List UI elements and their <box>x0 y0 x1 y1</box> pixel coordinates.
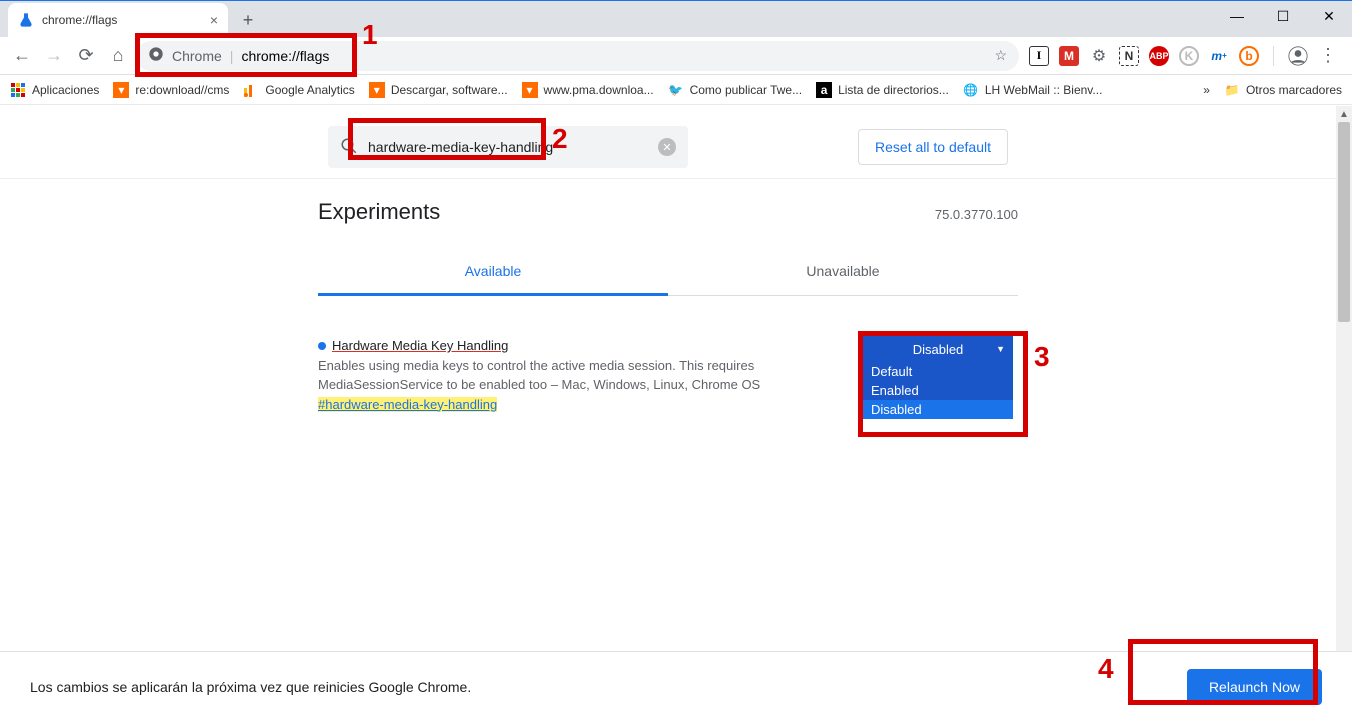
folder-icon: 📁 <box>1224 82 1240 98</box>
bookmark-favicon <box>243 82 259 98</box>
chrome-icon <box>148 46 164 65</box>
bookmark-label: re:download//cms <box>135 83 229 97</box>
new-tab-button[interactable]: + <box>234 6 262 34</box>
bookmark-favicon: ▾ <box>369 82 385 98</box>
flag-title: Hardware Media Key Handling <box>332 336 508 356</box>
select-option[interactable]: Disabled <box>863 400 1013 419</box>
minimize-button[interactable]: — <box>1214 1 1260 31</box>
other-bookmarks-label: Otros marcadores <box>1246 83 1342 97</box>
modified-dot-icon <box>318 342 326 350</box>
ext-icon[interactable]: N <box>1119 46 1139 66</box>
bookmark-item[interactable]: ▾ www.pma.downloa... <box>522 82 654 98</box>
ext-icon[interactable]: I <box>1029 46 1049 66</box>
bookmark-favicon: a <box>816 82 832 98</box>
bookmarks-bar: Aplicaciones ▾ re:download//cms Google An… <box>0 75 1352 105</box>
browser-tab[interactable]: chrome://flags × <box>8 3 228 37</box>
chrome-version: 75.0.3770.100 <box>935 207 1018 222</box>
separator <box>1273 46 1274 66</box>
home-button[interactable]: ⌂ <box>104 42 132 70</box>
bookmark-item[interactable]: 🌐 LH WebMail :: Bienv... <box>963 82 1103 98</box>
bookmark-star-icon[interactable]: ☆ <box>994 47 1007 64</box>
flag-anchor-link[interactable]: #hardware-media-key-handling <box>318 397 497 412</box>
bookmark-favicon: ▾ <box>113 82 129 98</box>
reset-label: Reset all to default <box>875 139 991 155</box>
bookmark-item[interactable]: a Lista de directorios... <box>816 82 949 98</box>
select-option[interactable]: Enabled <box>863 381 1013 400</box>
profile-icon[interactable] <box>1288 46 1308 66</box>
ext-icon[interactable]: K <box>1179 46 1199 66</box>
select-option[interactable]: Default <box>863 362 1013 381</box>
bookmark-item[interactable]: Google Analytics <box>243 82 354 98</box>
tab-unavailable[interactable]: Unavailable <box>668 249 1018 295</box>
flags-tabs: Available Unavailable <box>318 249 1018 296</box>
close-window-button[interactable]: ✕ <box>1306 1 1352 31</box>
apps-icon <box>10 82 26 98</box>
relaunch-message: Los cambios se aplicarán la próxima vez … <box>30 679 471 695</box>
back-button[interactable]: ← <box>8 42 36 70</box>
bookmark-label: Lista de directorios... <box>838 83 949 97</box>
flag-state-select[interactable]: Disabled <box>863 336 1013 362</box>
adblock-icon[interactable]: ABP <box>1149 46 1169 66</box>
relaunch-label: Relaunch Now <box>1209 679 1300 695</box>
tab-available[interactable]: Available <box>318 249 668 296</box>
flag-item: Hardware Media Key Handling Enables usin… <box>318 336 1018 414</box>
clear-search-icon[interactable]: ✕ <box>658 138 676 156</box>
bookmark-favicon: ▾ <box>522 82 538 98</box>
bookmark-favicon: 🐦 <box>668 82 684 98</box>
ext-icon[interactable]: m+ <box>1209 46 1229 66</box>
search-value: hardware-media-key-handling <box>368 139 553 155</box>
omnibox-url: chrome://flags <box>241 48 329 64</box>
forward-button[interactable]: → <box>40 42 68 70</box>
gmail-icon[interactable]: M <box>1059 46 1079 66</box>
bookmark-label: LH WebMail :: Bienv... <box>985 83 1103 97</box>
tab-title: chrome://flags <box>42 13 117 27</box>
bookmark-item[interactable]: ▾ re:download//cms <box>113 82 229 98</box>
toolbar: ← → ⟳ ⌂ Chrome | chrome://flags ☆ I M ⚙ … <box>0 37 1352 75</box>
apps-label: Aplicaciones <box>32 83 99 97</box>
gear-icon[interactable]: ⚙ <box>1089 46 1109 66</box>
omnibox[interactable]: Chrome | chrome://flags ☆ <box>136 41 1019 71</box>
scroll-thumb[interactable] <box>1338 122 1350 322</box>
tab-strip: chrome://flags × + <box>0 1 1352 37</box>
bookmark-item[interactable]: 🐦 Como publicar Twe... <box>668 82 803 98</box>
bookmark-label: Google Analytics <box>265 83 354 97</box>
maximize-button[interactable]: ☐ <box>1260 1 1306 31</box>
bookmarks-overflow[interactable]: » <box>1203 83 1210 97</box>
bookmark-favicon: 🌐 <box>963 82 979 98</box>
close-tab-icon[interactable]: × <box>210 12 218 28</box>
extension-icons: I M ⚙ N ABP K m+ b ⋮ <box>1023 46 1344 66</box>
relaunch-bar: Los cambios se aplicarán la próxima vez … <box>0 651 1352 721</box>
select-value: Disabled <box>913 342 964 357</box>
flags-search-input[interactable]: hardware-media-key-handling ✕ <box>328 126 688 168</box>
other-bookmarks[interactable]: 📁 Otros marcadores <box>1224 82 1342 98</box>
scroll-up-icon[interactable]: ▲ <box>1336 106 1352 122</box>
page-title: Experiments <box>318 199 440 225</box>
relaunch-button[interactable]: Relaunch Now <box>1187 669 1322 705</box>
omnibox-separator: | <box>230 48 234 64</box>
page-content: hardware-media-key-handling ✕ Reset all … <box>0 106 1336 721</box>
select-dropdown: Default Enabled Disabled <box>863 362 1013 419</box>
reset-all-button[interactable]: Reset all to default <box>858 129 1008 165</box>
apps-shortcut[interactable]: Aplicaciones <box>10 82 99 98</box>
bookmark-label: www.pma.downloa... <box>544 83 654 97</box>
flag-description: Enables using media keys to control the … <box>318 356 843 395</box>
bookmark-item[interactable]: ▾ Descargar, software... <box>369 82 508 98</box>
reload-button[interactable]: ⟳ <box>72 42 100 70</box>
bookmark-label: Como publicar Twe... <box>690 83 803 97</box>
omnibox-scheme: Chrome <box>172 48 222 64</box>
bookmark-label: Descargar, software... <box>391 83 508 97</box>
flask-icon <box>18 12 34 28</box>
ext-icon[interactable]: b <box>1239 46 1259 66</box>
menu-icon[interactable]: ⋮ <box>1318 46 1338 66</box>
search-icon <box>340 137 358 158</box>
scrollbar[interactable]: ▲ ▼ <box>1336 106 1352 721</box>
